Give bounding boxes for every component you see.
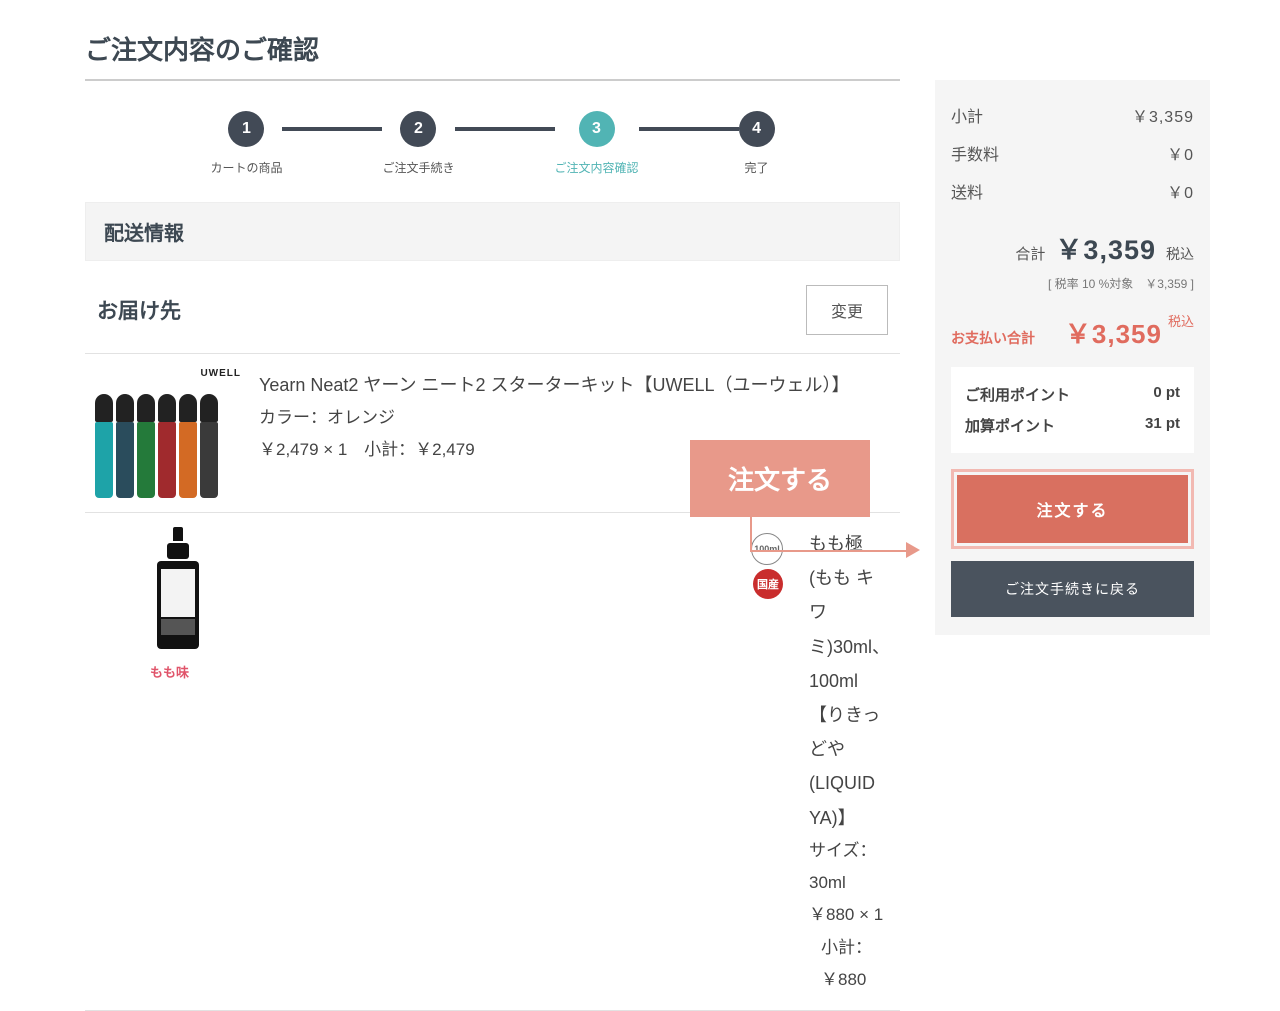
step-bar [282, 127, 382, 131]
item-unit-price: ￥2,479 × 1 [259, 440, 347, 459]
product-illustration [95, 394, 221, 498]
points-box: ご利用ポイント 0 pt 加算ポイント 31 pt [951, 367, 1194, 453]
delivery-address-row: お届け先 変更 [85, 285, 900, 354]
back-button[interactable]: ご注文手続きに戻る [951, 561, 1194, 617]
progress-steps: 1 カートの商品 2 ご注文手続き 3 ご注文内容確認 4 完了 [85, 111, 900, 176]
annotation-line [750, 512, 752, 550]
brand-logo: UWELL [200, 368, 241, 379]
delivery-address-label: お届け先 [97, 295, 181, 325]
step-4-label: 完了 [745, 159, 769, 176]
step-2-circle: 2 [400, 111, 436, 147]
annotation-label: 注文する [690, 440, 870, 517]
step-4: 4 完了 [739, 111, 775, 176]
order-button-highlight: 注文する [951, 469, 1194, 549]
summary-tax-note: [ 税率 10 %対象 ￥3,359 ] [951, 275, 1194, 292]
points-used-label: ご利用ポイント [965, 384, 1070, 405]
summary-fee-row: 手数料 ￥0 [951, 134, 1194, 172]
flavor-label: もも味 [150, 662, 189, 681]
annotation-line [750, 550, 910, 552]
domestic-badge-icon: 国産 [753, 569, 783, 599]
points-add-row: 加算ポイント 31 pt [965, 410, 1180, 441]
step-3-circle: 3 [579, 111, 615, 147]
annotation-callout: 注文する [690, 440, 870, 517]
product-illustration [157, 527, 199, 649]
summary-total-label: 合計 [1015, 243, 1045, 264]
order-summary: 小計 ￥3,359 手数料 ￥0 送料 ￥0 合計 ￥3,359 税込 [ 税率… [935, 80, 1210, 635]
summary-tax-inc: 税込 [1166, 244, 1194, 264]
summary-subtotal-row: 小計 ￥3,359 [951, 96, 1194, 134]
item-title: もも極 (もも キワミ)30ml、100ml 【りきっどや(LIQUID YA)… [809, 527, 890, 835]
item-image: もも味 100ml 国産 [95, 527, 795, 677]
item-option: カラー：オレンジ [259, 402, 890, 434]
item-price-line: ￥880 × 1 小計：￥880 [809, 899, 890, 996]
summary-total-row: 合計 ￥3,359 税込 [951, 228, 1194, 267]
summary-subtotal-value: ￥3,359 [1132, 103, 1194, 127]
step-2: 2 ご注文手続き [382, 111, 454, 176]
summary-pay-label: お支払い合計 [951, 328, 1035, 348]
item-subtotal: 小計：￥2,479 [364, 434, 475, 466]
step-bar [455, 127, 555, 131]
step-4-circle: 4 [739, 111, 775, 147]
summary-total-value: ￥3,359 [1055, 228, 1156, 267]
step-3-label: ご注文内容確認 [555, 159, 639, 176]
summary-shipping-value: ￥0 [1167, 179, 1194, 203]
points-used-value: 0 pt [1153, 384, 1180, 405]
step-2-label: ご注文手続き [382, 159, 454, 176]
order-item: もも味 100ml 国産 もも極 (もも キワミ)30ml、100ml 【りきっ… [85, 513, 900, 1011]
arrow-right-icon [906, 542, 920, 558]
volume-badge-icon: 100ml [751, 533, 783, 565]
summary-pay-value: ￥3,359 [1065, 314, 1162, 351]
order-button[interactable]: 注文する [957, 475, 1188, 543]
summary-fee-value: ￥0 [1167, 141, 1194, 165]
summary-pay-tax-inc: 税込 [1168, 314, 1194, 330]
summary-shipping-row: 送料 ￥0 [951, 172, 1194, 210]
item-subtotal: 小計：￥880 [821, 932, 890, 997]
summary-fee-label: 手数料 [951, 141, 999, 165]
step-1-label: カートの商品 [210, 159, 282, 176]
item-title: Yearn Neat2 ヤーン ニート2 スターターキット【UWELL（ユーウェ… [259, 368, 890, 402]
points-add-value: 31 pt [1145, 415, 1180, 436]
page-title: ご注文内容のご確認 [85, 30, 900, 81]
delivery-section-header: 配送情報 [85, 202, 900, 261]
summary-pay-row: お支払い合計 ￥3,359 税込 [951, 314, 1194, 351]
step-bar [639, 127, 739, 131]
points-add-label: 加算ポイント [965, 415, 1055, 436]
step-1: 1 カートの商品 [210, 111, 282, 176]
step-3: 3 ご注文内容確認 [555, 111, 639, 176]
step-1-circle: 1 [228, 111, 264, 147]
summary-shipping-label: 送料 [951, 179, 983, 203]
change-address-button[interactable]: 変更 [806, 285, 888, 335]
item-unit-price: ￥880 × 1 [809, 905, 883, 924]
item-option: サイズ：30ml [809, 835, 890, 900]
summary-subtotal-label: 小計 [951, 103, 983, 127]
points-used-row: ご利用ポイント 0 pt [965, 379, 1180, 410]
item-image: UWELL [95, 368, 245, 498]
